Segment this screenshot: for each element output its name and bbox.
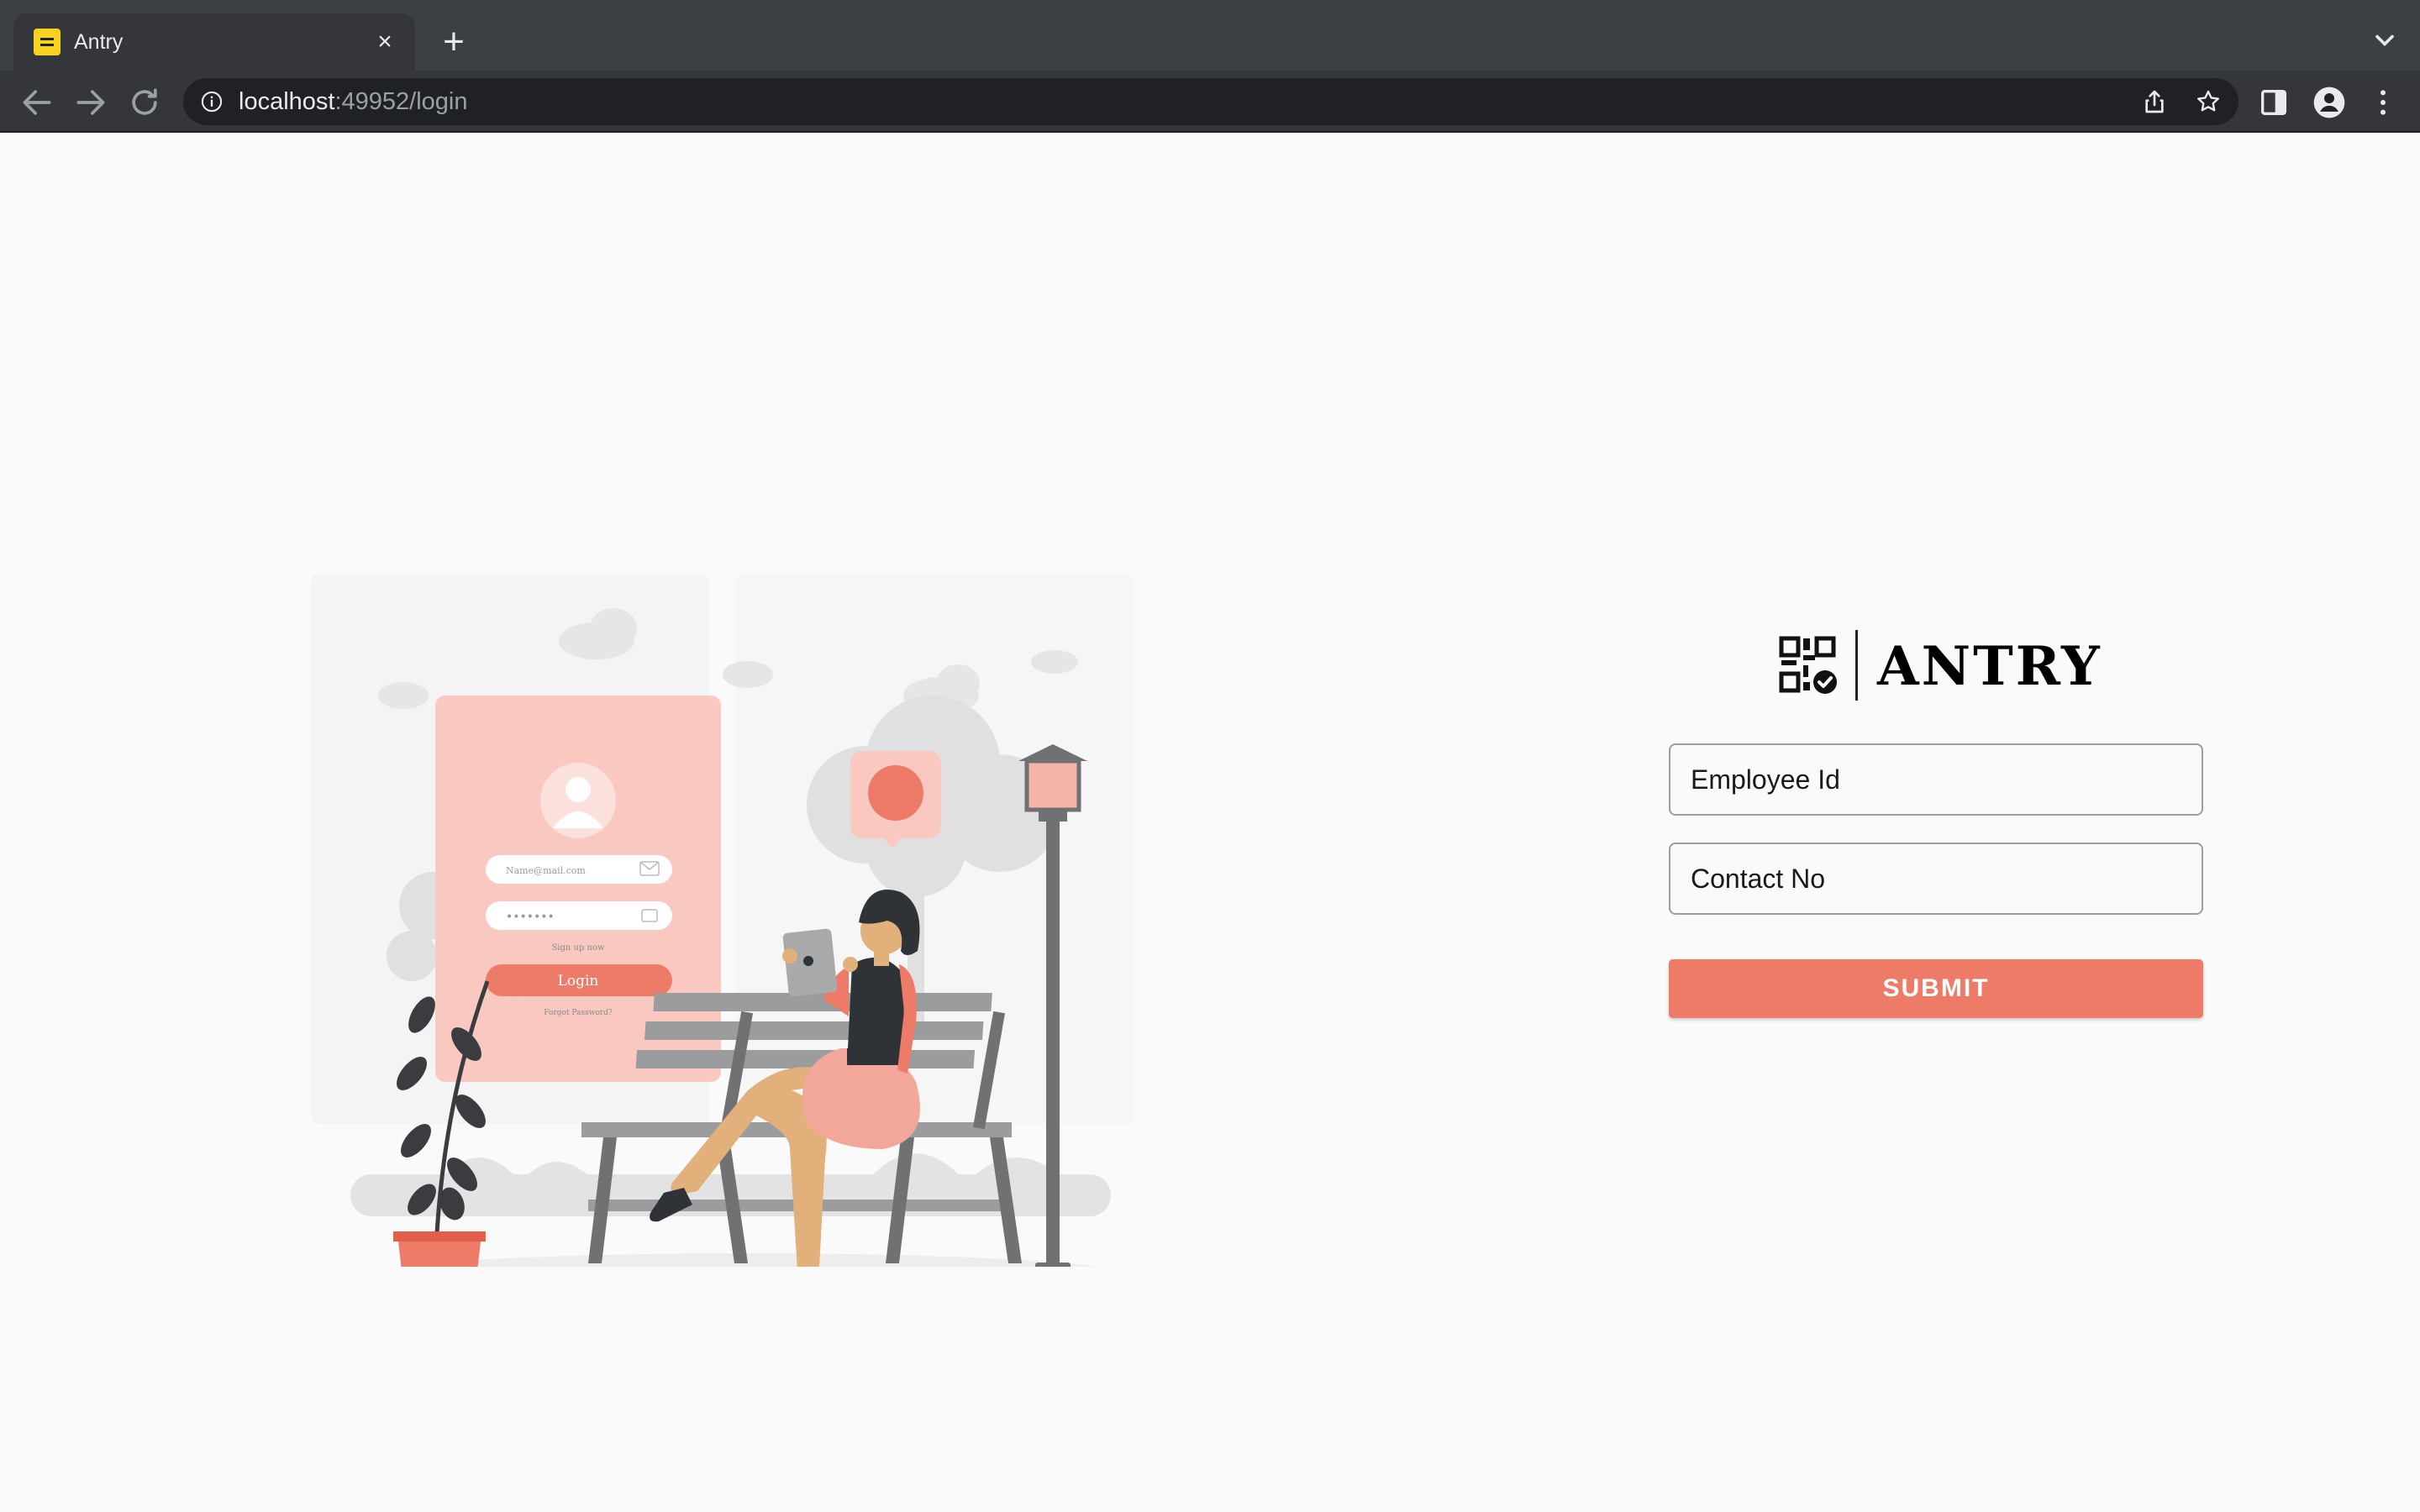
contact-no-input[interactable] — [1669, 843, 2203, 915]
url-host: localhost — [239, 88, 335, 115]
tab-title: Antry — [74, 30, 124, 54]
share-icon[interactable] — [2141, 88, 2168, 115]
illustration-email-placeholder: Name@mail.com — [506, 865, 586, 876]
tab-search-chevron-icon[interactable] — [2370, 25, 2400, 55]
submit-button[interactable]: SUBMIT — [1669, 959, 2203, 1018]
browser-tab-strip: Antry × + — [0, 0, 2420, 71]
brand-header: ANTRY — [1778, 630, 2114, 706]
login-page: Name@mail.com ••••••• Sign up now Login … — [0, 133, 2420, 1512]
close-tab-icon[interactable]: × — [370, 27, 400, 57]
url-text[interactable]: localhost:49952/login — [239, 88, 468, 115]
url-path: :49952/login — [334, 88, 468, 115]
brand-divider — [1855, 630, 1858, 701]
qr-code-icon — [1779, 636, 1837, 694]
illustration-forgot: Forgot Password? — [544, 1009, 613, 1017]
side-panel-icon[interactable] — [2257, 86, 2291, 119]
star-icon[interactable] — [2195, 88, 2222, 115]
new-tab-button[interactable]: + — [434, 24, 474, 60]
favicon-icon — [34, 29, 60, 55]
browser-tab[interactable]: Antry × — [13, 13, 415, 71]
illustration-password-mask: ••••••• — [506, 911, 555, 924]
illustration-signup: Sign up now — [551, 943, 605, 953]
login-illustration: Name@mail.com ••••••• Sign up now Login … — [311, 574, 1134, 1267]
brand-name: ANTRY — [1877, 635, 2102, 698]
info-icon[interactable] — [200, 90, 224, 113]
back-icon[interactable] — [18, 84, 55, 121]
profile-icon[interactable] — [2312, 86, 2346, 119]
forward-icon[interactable] — [72, 84, 109, 121]
employee-id-input[interactable] — [1669, 743, 2203, 816]
address-bar[interactable]: localhost:49952/login — [183, 78, 2238, 125]
browser-toolbar: localhost:49952/login — [0, 71, 2420, 133]
menu-icon[interactable] — [2366, 86, 2400, 119]
illustration-login-label: Login — [558, 973, 599, 990]
reload-icon[interactable] — [126, 84, 163, 121]
